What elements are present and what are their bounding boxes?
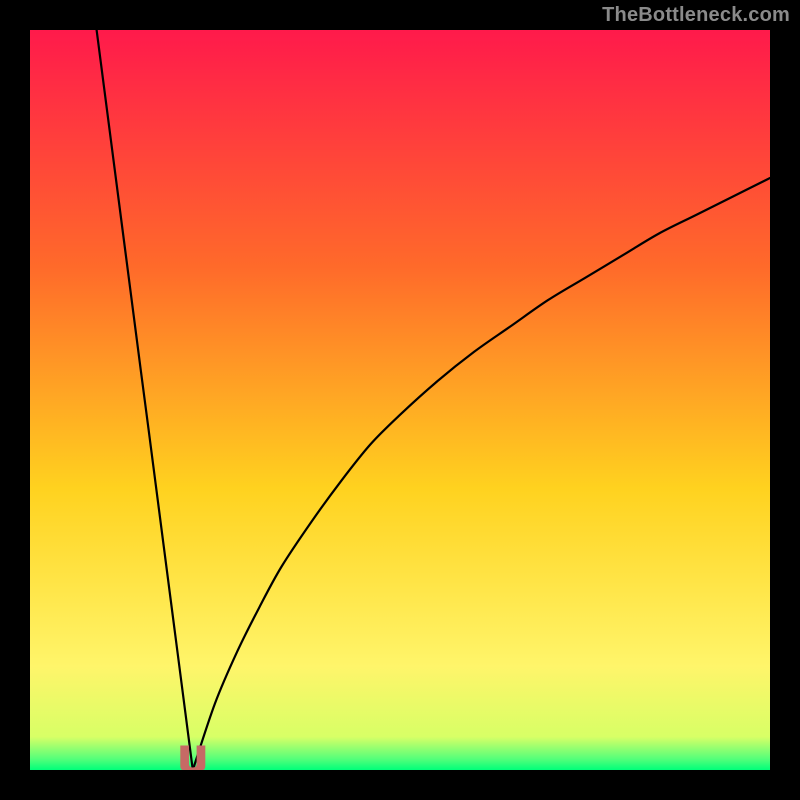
gradient-background <box>30 30 770 770</box>
attribution-text: TheBottleneck.com <box>602 4 790 27</box>
bottleneck-plot <box>30 30 770 770</box>
chart-frame: TheBottleneck.com <box>0 0 800 800</box>
plot-area <box>30 30 770 770</box>
